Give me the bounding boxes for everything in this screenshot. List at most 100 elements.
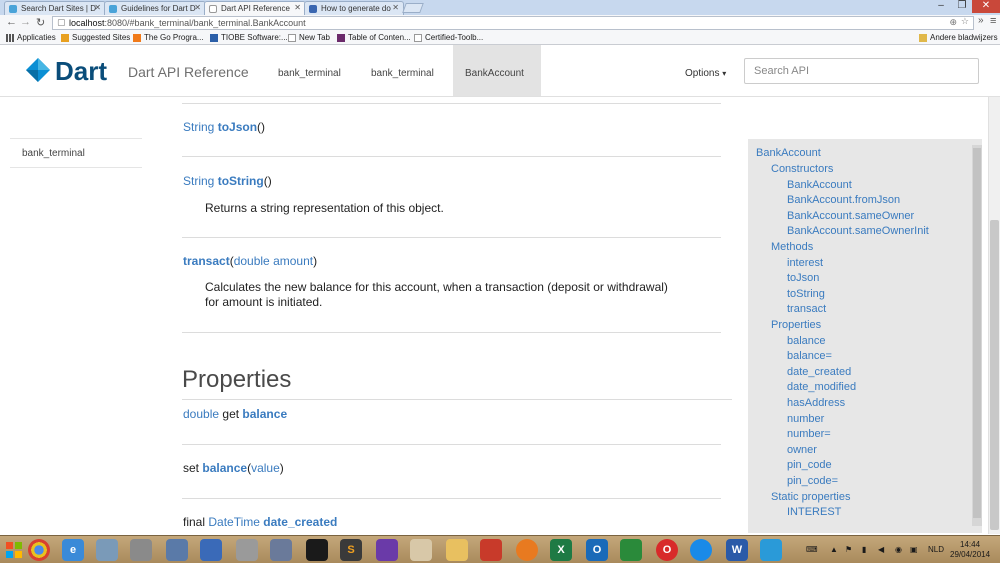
toc-item[interactable]: BankAccount.sameOwnerInit <box>787 225 929 237</box>
file-explorer-icon[interactable] <box>96 539 118 561</box>
toc-item[interactable]: pin_code <box>787 459 832 471</box>
reload-icon[interactable]: ↻ <box>36 16 45 29</box>
zoom-icon[interactable]: ⊕ <box>949 17 957 28</box>
menu-icon[interactable]: ≡ <box>990 15 996 27</box>
return-type-link[interactable]: String <box>183 120 214 134</box>
bookmark-go-programming[interactable]: The Go Progra... <box>133 33 204 42</box>
other-bookmarks[interactable]: Andere bladwijzers <box>919 33 998 42</box>
tab-dart-api-reference[interactable]: Dart API Reference ✕ <box>204 1 306 15</box>
toc-item[interactable]: owner <box>787 444 817 456</box>
close-tab-icon[interactable]: ✕ <box>392 3 399 12</box>
clock[interactable]: 14:44 29/04/2014 <box>950 540 990 560</box>
method-name-link[interactable]: toJson <box>218 120 257 134</box>
bookmark-suggested-sites[interactable]: Suggested Sites <box>61 33 130 42</box>
options-dropdown[interactable]: Options ▾ <box>685 68 726 79</box>
network-icon[interactable]: ▮ <box>862 545 866 554</box>
apps-icon[interactable] <box>410 539 432 561</box>
word-icon[interactable]: W <box>726 539 748 561</box>
firebug-icon[interactable] <box>480 539 502 561</box>
toc-item[interactable]: toString <box>787 288 825 300</box>
flag-icon[interactable]: ⚑ <box>845 545 852 554</box>
remote-desktop-icon[interactable] <box>200 539 222 561</box>
toc-item[interactable]: date_created <box>787 366 851 378</box>
toc-item[interactable]: interest <box>787 257 823 269</box>
leftnav-item-bank-terminal[interactable]: bank_terminal <box>10 138 142 168</box>
toc-item[interactable]: number <box>787 413 824 425</box>
toc-item[interactable]: date_modified <box>787 381 856 393</box>
toc-scrollbar-thumb[interactable] <box>973 148 981 518</box>
toc-item[interactable]: INTEREST <box>787 506 841 518</box>
calculator-icon[interactable] <box>236 539 258 561</box>
type-link[interactable]: DateTime <box>208 515 260 529</box>
display-icon[interactable]: ▣ <box>910 545 918 554</box>
restore-button[interactable]: ❐ <box>952 0 972 13</box>
store-icon[interactable] <box>620 539 642 561</box>
language-indicator[interactable]: NLD <box>928 545 944 554</box>
property-name-link[interactable]: date_created <box>263 515 337 529</box>
terminal-icon[interactable] <box>306 539 328 561</box>
toc-item[interactable]: balance <box>787 335 826 347</box>
sublime-text-icon[interactable]: S <box>340 539 362 561</box>
volume-icon[interactable]: ◀ <box>878 545 884 554</box>
toc-item[interactable]: pin_code= <box>787 475 838 487</box>
toc-item[interactable]: BankAccount <box>787 179 852 191</box>
new-tab-button[interactable] <box>402 3 424 13</box>
toc-item[interactable]: BankAccount.sameOwner <box>787 210 914 222</box>
bookmark-star-icon[interactable]: ☆ <box>961 16 969 27</box>
close-tab-icon[interactable]: ✕ <box>294 3 301 12</box>
chevron-up-icon[interactable]: ▲ <box>830 545 838 554</box>
page-scrollbar-thumb[interactable] <box>990 220 999 530</box>
bookmark-table-of-contents[interactable]: Table of Conten... <box>337 33 411 42</box>
tab-how-to-generate[interactable]: How to generate do ✕ <box>304 1 404 15</box>
update-icon[interactable]: ◉ <box>895 545 902 554</box>
keyboard-icon[interactable]: ⌨ <box>806 545 818 554</box>
property-name-link[interactable]: balance <box>242 407 287 421</box>
back-icon[interactable]: ← <box>6 16 17 28</box>
toc-item[interactable]: number= <box>787 428 831 440</box>
settings-icon[interactable] <box>130 539 152 561</box>
toc-section-static[interactable]: Static properties <box>771 491 850 503</box>
minimize-button[interactable]: – <box>930 0 952 13</box>
extensions-overflow-icon[interactable]: » <box>978 15 984 26</box>
toc-item[interactable]: transact <box>787 303 826 315</box>
firefox-icon[interactable] <box>516 539 538 561</box>
breadcrumb-class-active[interactable]: BankAccount <box>453 45 541 96</box>
excel-icon[interactable]: X <box>550 539 572 561</box>
start-button-icon[interactable] <box>5 538 23 562</box>
bookmark-tiobe[interactable]: TIOBE Software:... <box>210 33 288 42</box>
toc-item[interactable]: BankAccount.fromJson <box>787 194 900 206</box>
breadcrumb-library[interactable]: bank_terminal <box>371 68 434 79</box>
forward-icon[interactable]: → <box>20 16 31 28</box>
close-tab-icon[interactable]: ✕ <box>194 3 201 12</box>
tab-guidelines[interactable]: Guidelines for Dart D ✕ <box>104 1 206 15</box>
tab-search-dart-sites[interactable]: Search Dart Sites | D ✕ <box>4 1 106 15</box>
dart-editor-icon[interactable] <box>270 539 292 561</box>
chrome-icon[interactable] <box>28 539 50 561</box>
dart-logo-text[interactable]: Dart <box>55 56 107 87</box>
visual-studio-icon[interactable] <box>376 539 398 561</box>
property-name-link[interactable]: balance <box>202 461 247 475</box>
teamviewer-icon[interactable] <box>690 539 712 561</box>
method-name-link[interactable]: transact <box>183 254 230 268</box>
image-viewer-icon[interactable] <box>166 539 188 561</box>
page-title[interactable]: Dart API Reference <box>128 64 249 80</box>
toc-section-methods[interactable]: Methods <box>771 241 813 253</box>
outlook-icon[interactable]: O <box>586 539 608 561</box>
type-link[interactable]: double <box>183 407 219 421</box>
method-name-link[interactable]: toString <box>218 174 264 188</box>
close-tab-icon[interactable]: ✕ <box>94 3 101 12</box>
bookmark-new-tab[interactable]: New Tab <box>288 33 330 42</box>
breadcrumb-package[interactable]: bank_terminal <box>278 68 341 79</box>
close-window-button[interactable]: ✕ <box>972 0 1000 13</box>
param-type-link[interactable]: double <box>234 254 270 268</box>
toc-item[interactable]: toJson <box>787 272 819 284</box>
bookmark-certified-toolbox[interactable]: Certified-Toolb... <box>414 33 483 42</box>
opera-icon[interactable]: O <box>656 539 678 561</box>
toc-section-properties[interactable]: Properties <box>771 319 821 331</box>
dart-taskbar-icon[interactable] <box>760 539 782 561</box>
bookmark-applicaties[interactable]: Applicaties <box>6 33 56 42</box>
folder-icon[interactable] <box>446 539 468 561</box>
return-type-link[interactable]: String <box>183 174 214 188</box>
dart-logo-icon[interactable] <box>25 57 51 83</box>
toc-section-constructors[interactable]: Constructors <box>771 163 833 175</box>
